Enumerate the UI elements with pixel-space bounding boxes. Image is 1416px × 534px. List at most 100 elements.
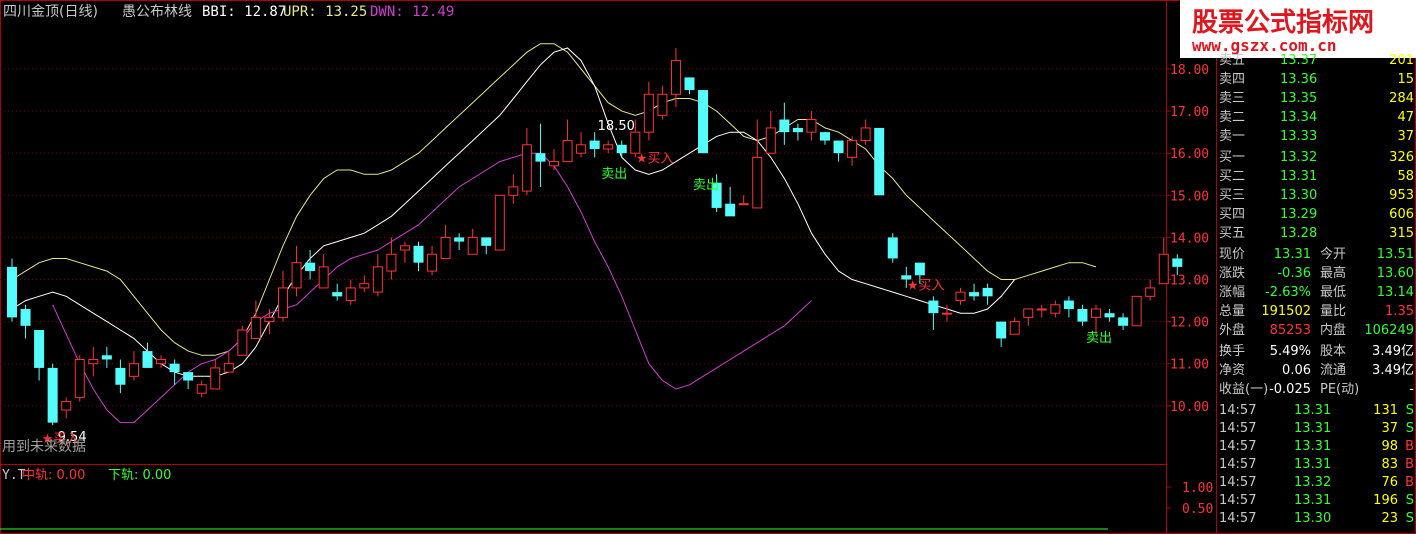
candle-body bbox=[643, 93, 654, 133]
candle-body bbox=[264, 316, 275, 323]
candle bbox=[20, 304, 31, 339]
candle bbox=[7, 258, 17, 322]
candle-body bbox=[969, 292, 980, 297]
candle bbox=[684, 77, 695, 95]
candle bbox=[74, 355, 85, 402]
candle-body bbox=[399, 245, 410, 251]
y-tick-label: 10.00 bbox=[1170, 400, 1209, 415]
candle-body bbox=[427, 253, 438, 272]
mid-band-line bbox=[11, 47, 1016, 377]
candle-body bbox=[101, 355, 112, 360]
tick-row: 14:57 13.30 23 S bbox=[1219, 511, 1414, 526]
candle bbox=[1172, 254, 1183, 276]
stat-row: 涨幅 -2.63% 最低 13.14 bbox=[1219, 285, 1414, 300]
candle-body bbox=[928, 300, 939, 314]
candle-body bbox=[508, 186, 519, 196]
candle bbox=[657, 85, 668, 120]
candle-body bbox=[874, 127, 885, 196]
tick-row: 14:57 13.31 196 S bbox=[1219, 493, 1414, 508]
candle-body bbox=[725, 203, 736, 217]
candle-body bbox=[914, 262, 925, 276]
candle-body bbox=[1009, 321, 1020, 335]
candle-body bbox=[359, 283, 370, 289]
candle bbox=[318, 254, 329, 289]
candle-body bbox=[860, 127, 871, 142]
candle-body bbox=[1063, 300, 1074, 309]
bid-row: 买一 13.32 326 bbox=[1219, 150, 1414, 165]
candle bbox=[427, 245, 438, 276]
candle-body bbox=[1145, 287, 1156, 297]
candle bbox=[237, 325, 248, 356]
candle bbox=[183, 372, 194, 389]
candle-body bbox=[698, 90, 709, 154]
stat2-row: 收益(一) -0.025 PE(动) - bbox=[1219, 382, 1414, 397]
candle bbox=[372, 254, 383, 297]
candle-body bbox=[1172, 258, 1183, 267]
candle-body bbox=[887, 237, 898, 259]
candle-body bbox=[576, 144, 587, 154]
candle-body bbox=[481, 237, 492, 246]
candle-body bbox=[847, 140, 858, 158]
candle bbox=[521, 127, 532, 196]
candle-body bbox=[657, 93, 668, 116]
candle bbox=[535, 123, 546, 187]
candle-body bbox=[996, 321, 1007, 339]
candle bbox=[847, 136, 858, 166]
candle bbox=[440, 224, 451, 259]
candle bbox=[345, 279, 356, 305]
bbi-value: BBI: 12.87 bbox=[202, 4, 286, 20]
sell-label: 卖出 bbox=[1086, 331, 1112, 346]
candle bbox=[589, 132, 600, 158]
candle bbox=[738, 195, 749, 206]
candle-body bbox=[291, 262, 302, 289]
candle bbox=[874, 127, 885, 196]
candle-body bbox=[142, 351, 153, 368]
candle-body bbox=[34, 330, 45, 368]
candle bbox=[1036, 304, 1047, 318]
candle-body bbox=[1104, 313, 1115, 318]
y-tick-label: 12.00 bbox=[1170, 316, 1209, 331]
buy-label: ★买入 bbox=[907, 279, 945, 294]
candle-body bbox=[61, 401, 72, 411]
candle-body bbox=[1036, 308, 1047, 311]
stat2-row: 净资 0.06 流通 3.49亿 bbox=[1219, 363, 1414, 378]
ask-row: 卖二 13.34 47 bbox=[1219, 110, 1414, 125]
candle bbox=[1050, 300, 1061, 318]
candle-body bbox=[630, 131, 641, 154]
candle bbox=[820, 132, 830, 145]
candle-body bbox=[7, 266, 17, 318]
upr-value: UPR: 13.25 bbox=[283, 4, 367, 20]
candle-body bbox=[589, 140, 600, 149]
candle-body bbox=[467, 236, 478, 255]
candle-body bbox=[521, 144, 532, 192]
candle-body bbox=[1091, 308, 1101, 318]
candle-body bbox=[549, 161, 559, 167]
candle-body bbox=[738, 203, 749, 206]
candle-body bbox=[156, 358, 167, 365]
candle bbox=[549, 148, 559, 171]
candle bbox=[291, 245, 302, 297]
candle-body bbox=[88, 358, 99, 365]
candle bbox=[616, 140, 627, 158]
stat-row: 总量 191502 量比 1.35 bbox=[1219, 304, 1414, 319]
candle bbox=[928, 296, 939, 331]
tick-row: 14:57 13.31 83 B bbox=[1219, 457, 1414, 472]
candle-body bbox=[806, 119, 817, 133]
y-tick-label: 16.00 bbox=[1170, 147, 1209, 162]
kline-chart[interactable]: 18.00 17.00 16.00 15.00 14.00 13.00 12.00 11.00… bbox=[0, 0, 1416, 534]
tick-row: 14:57 13.31 98 B bbox=[1219, 439, 1414, 454]
y-tick-label: 17.00 bbox=[1170, 105, 1209, 120]
indicator-name: 愚公布林线 bbox=[122, 4, 192, 20]
candle-body bbox=[955, 291, 966, 302]
y-tick-label: 11.00 bbox=[1170, 358, 1209, 373]
buy-label: ★买入 bbox=[636, 152, 674, 167]
candle-body bbox=[820, 132, 830, 141]
candle bbox=[481, 237, 492, 255]
sub-label-mid: 中轨: 0.00 bbox=[22, 468, 85, 483]
ask-row: 卖五 13.37 201 bbox=[1219, 53, 1414, 68]
candle-body bbox=[684, 77, 695, 91]
candle-body bbox=[765, 127, 776, 154]
candle-body bbox=[128, 363, 139, 377]
candle bbox=[765, 111, 776, 154]
sub-label-low: 下轨: 0.00 bbox=[108, 468, 171, 483]
